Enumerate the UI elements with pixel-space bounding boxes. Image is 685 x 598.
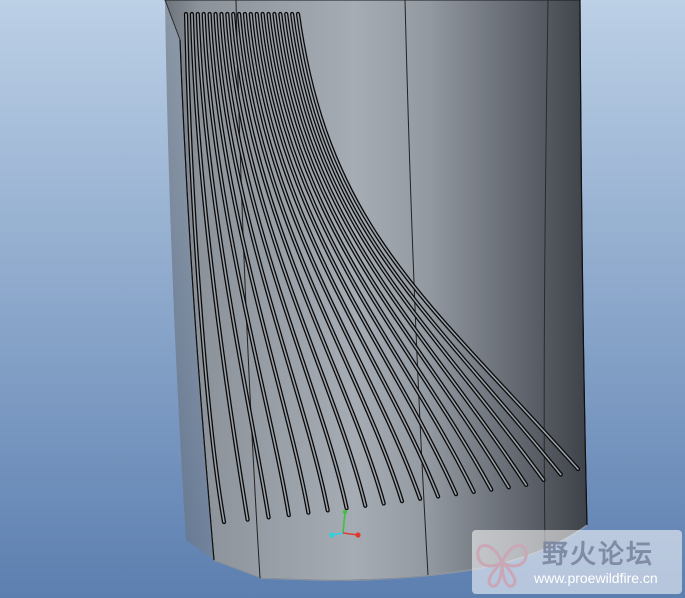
x-axis-tip-icon: [355, 532, 361, 538]
3d-model-part[interactable]: [164, 0, 588, 581]
y-axis-tip-icon: [342, 509, 348, 515]
butterfly-logo-icon: [476, 544, 528, 588]
watermark-url: www.proewildfire.cn: [534, 570, 658, 586]
z-axis-tip-icon: [329, 532, 335, 538]
forum-watermark: 野火论坛 www.proewildfire.cn: [472, 530, 682, 594]
watermark-title: 野火论坛: [542, 540, 655, 570]
graphics-viewport[interactable]: 野火论坛 www.proewildfire.cn: [0, 0, 685, 598]
model-scene[interactable]: [0, 0, 685, 598]
